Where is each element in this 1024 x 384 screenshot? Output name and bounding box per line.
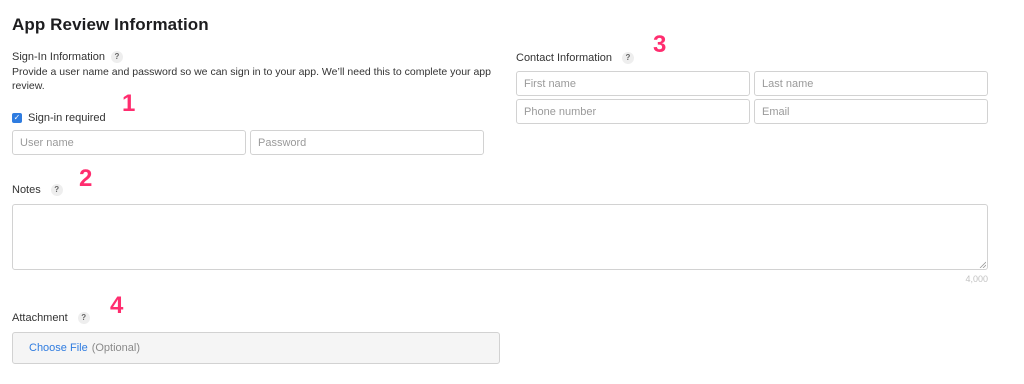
sign-in-help-icon[interactable]: ? — [110, 51, 123, 63]
resize-grip-icon[interactable] — [979, 261, 986, 268]
email-input[interactable] — [754, 99, 988, 124]
notes-label-text: Notes — [12, 184, 41, 196]
attachment-help-icon[interactable]: ? — [77, 312, 90, 324]
sign-in-section-label: Sign-In Information ? — [12, 50, 123, 64]
notes-textarea[interactable] — [12, 204, 988, 270]
choose-file-button[interactable]: Choose File — [29, 342, 88, 354]
sign-in-required-row[interactable]: ✓ Sign-in required — [12, 112, 106, 124]
attachment-section-label: Attachment ? — [12, 311, 90, 325]
notes-help-icon[interactable]: ? — [50, 184, 63, 196]
password-input[interactable] — [250, 130, 484, 155]
annotation-marker-4: 4 — [110, 292, 124, 319]
phone-number-input[interactable] — [516, 99, 750, 124]
contact-help-icon[interactable]: ? — [622, 52, 634, 64]
attachment-optional-text: (Optional) — [91, 342, 140, 354]
page-title: App Review Information — [12, 15, 209, 34]
sign-in-required-checkbox[interactable]: ✓ — [12, 113, 22, 123]
app-review-page: App Review Information Sign-In Informati… — [0, 0, 1024, 384]
username-input[interactable] — [12, 130, 246, 155]
sign-in-required-label: Sign-in required — [28, 112, 106, 124]
contact-section-label: Contact Information ? — [516, 51, 634, 65]
last-name-input[interactable] — [754, 71, 988, 96]
annotation-marker-1: 1 — [122, 90, 136, 117]
contact-label-text: Contact Information — [516, 52, 612, 64]
annotation-marker-3: 3 — [653, 31, 667, 58]
attachment-file-picker[interactable]: Choose File (Optional) — [12, 332, 500, 364]
attachment-label-text: Attachment — [12, 312, 68, 324]
annotation-marker-2: 2 — [79, 165, 93, 192]
sign-in-label-text: Sign-In Information — [12, 51, 105, 63]
first-name-input[interactable] — [516, 71, 750, 96]
notes-char-limit: 4,000 — [965, 274, 988, 284]
notes-section-label: Notes ? — [12, 183, 63, 197]
sign-in-description: Provide a user name and password so we c… — [12, 66, 491, 92]
